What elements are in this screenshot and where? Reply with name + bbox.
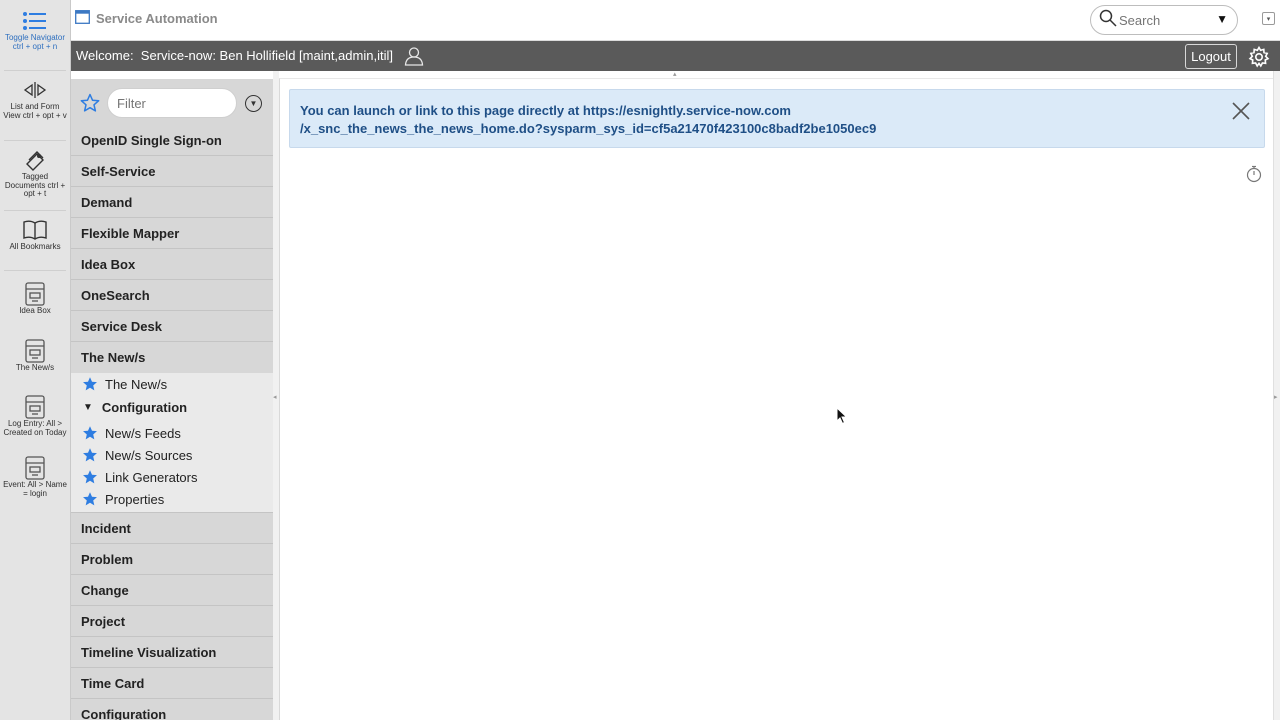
- nav-app-demand[interactable]: Demand: [71, 187, 273, 218]
- search-icon: [1099, 9, 1117, 32]
- nav-module-label: The New/s: [105, 376, 168, 392]
- nav-app-configuration[interactable]: Configuration: [71, 699, 273, 720]
- nav-app-onesearch[interactable]: OneSearch: [71, 280, 273, 311]
- stopwatch-icon[interactable]: [1246, 165, 1262, 188]
- rail-label: Tagged Documents ctrl + opt + t: [4, 172, 66, 198]
- search-input[interactable]: [1119, 12, 1211, 28]
- nav-app-incident[interactable]: Incident: [71, 513, 273, 544]
- info-message-line-1: You can launch or link to this page dire…: [300, 103, 791, 118]
- nav-module-news-sources[interactable]: New/s Sources: [71, 444, 273, 466]
- welcome-label: Welcome:: [76, 48, 134, 63]
- close-icon[interactable]: [1230, 100, 1252, 122]
- nav-app-self-service[interactable]: Self-Service: [71, 156, 273, 187]
- right-splitter[interactable]: ▸: [1273, 71, 1280, 720]
- user-name: Service-now: Ben Hollifield [maint,admin…: [140, 48, 393, 63]
- rail-label: All Bookmarks: [9, 242, 61, 251]
- rail-bookmark-log-entry[interactable]: Log Entry: All > Created on Today: [0, 394, 70, 437]
- gear-icon[interactable]: [1248, 45, 1270, 71]
- bookmarks-rail: Toggle Navigator ctrl + opt + n List and…: [0, 0, 71, 720]
- form-icon: [24, 281, 46, 307]
- app-title: Service Automation: [75, 10, 218, 27]
- nav-app-flexible-mapper[interactable]: Flexible Mapper: [71, 218, 273, 249]
- window-icon: [75, 10, 90, 27]
- nav-module-label: Properties: [105, 491, 165, 507]
- top-header: Service Automation ▼ ▾: [71, 0, 1280, 41]
- rail-bookmark-event[interactable]: Event: All > Name = login: [0, 455, 70, 498]
- application-navigator: ▼ OpenID Single Sign-on Self-Service Dem…: [71, 79, 273, 720]
- nav-app-time-card[interactable]: Time Card: [71, 668, 273, 699]
- user-icon[interactable]: [404, 46, 424, 69]
- nav-filter-bar: ▼: [71, 79, 273, 126]
- tag-icon: [23, 147, 47, 173]
- rail-label: Event: All > Name = login: [3, 480, 67, 498]
- collapse-right-icon[interactable]: ▸: [1274, 393, 1278, 401]
- nav-module-link-generators[interactable]: Link Generators: [71, 466, 273, 488]
- filter-options-icon[interactable]: ▼: [245, 95, 262, 112]
- nav-module-label: Link Generators: [105, 469, 198, 485]
- mouse-pointer-icon: [836, 406, 848, 430]
- favorites-star-icon[interactable]: [80, 93, 100, 118]
- nav-app-timeline-visualization[interactable]: Timeline Visualization: [71, 637, 273, 668]
- nav-section-configuration[interactable]: ▼ Configuration: [71, 395, 273, 419]
- nav-module-label: New/s Sources: [105, 447, 193, 463]
- filter-input[interactable]: [107, 88, 237, 118]
- app-title-text: Service Automation: [96, 11, 218, 26]
- nav-module-news-feeds[interactable]: New/s Feeds: [71, 422, 273, 444]
- form-icon: [24, 455, 46, 481]
- rail-label: Toggle Navigator ctrl + opt + n: [4, 33, 66, 51]
- nav-app-list: OpenID Single Sign-on Self-Service Deman…: [71, 125, 273, 720]
- book-icon: [22, 217, 48, 243]
- nav-app-change[interactable]: Change: [71, 575, 273, 606]
- nav-module-properties[interactable]: Properties: [71, 488, 273, 510]
- rail-list-form-view[interactable]: List and Form View ctrl + opt + v: [0, 77, 70, 120]
- collapse-header-icon[interactable]: ▾: [1262, 12, 1275, 25]
- info-message: You can launch or link to this page dire…: [289, 89, 1265, 148]
- favorite-star-icon[interactable]: [82, 425, 98, 441]
- info-message-line-2: /x_snc_the_news_the_news_home.do?sysparm…: [300, 121, 877, 136]
- nav-app-the-news-modules: The New/s ▼ Configuration New/s Feeds Ne…: [71, 373, 273, 513]
- rail-toggle-navigator[interactable]: Toggle Navigator ctrl + opt + n: [0, 8, 70, 51]
- nav-section-label: Configuration: [101, 399, 188, 415]
- split-view-icon: [22, 77, 48, 103]
- nav-app-problem[interactable]: Problem: [71, 544, 273, 575]
- rail-label: List and Form View ctrl + opt + v: [3, 102, 67, 120]
- rail-bookmark-idea-box[interactable]: Idea Box: [0, 281, 70, 316]
- rail-all-bookmarks[interactable]: All Bookmarks: [0, 217, 70, 252]
- rail-tagged-documents[interactable]: Tagged Documents ctrl + opt + t: [0, 147, 70, 199]
- collapse-up-icon[interactable]: ▴: [673, 70, 677, 78]
- favorite-star-icon[interactable]: [82, 491, 98, 507]
- nav-app-the-news[interactable]: The New/s: [71, 342, 273, 373]
- global-search[interactable]: ▼: [1090, 5, 1238, 35]
- nav-module-the-news[interactable]: The New/s: [71, 373, 273, 395]
- nav-module-label: New/s Feeds: [105, 425, 181, 441]
- rail-label: Log Entry: All > Created on Today: [3, 419, 67, 437]
- rail-bookmark-the-news[interactable]: The New/s: [0, 338, 70, 373]
- rail-label: Idea Box: [19, 306, 51, 315]
- rail-label: The New/s: [15, 363, 55, 372]
- app-root: Toggle Navigator ctrl + opt + n List and…: [0, 0, 1280, 720]
- content-frame: You can launch or link to this page dire…: [279, 78, 1273, 720]
- nav-app-project[interactable]: Project: [71, 606, 273, 637]
- nav-app-openid[interactable]: OpenID Single Sign-on: [71, 125, 273, 156]
- form-icon: [24, 394, 46, 420]
- chevron-down-icon[interactable]: ▼: [1216, 12, 1228, 26]
- nav-app-idea-box[interactable]: Idea Box: [71, 249, 273, 280]
- logout-button[interactable]: Logout: [1185, 44, 1237, 69]
- favorite-star-icon[interactable]: [82, 376, 98, 392]
- collapse-left-icon[interactable]: ◂: [273, 393, 277, 401]
- caret-down-icon: ▼: [83, 401, 93, 413]
- nav-app-service-desk[interactable]: Service Desk: [71, 311, 273, 342]
- welcome-bar: Welcome: Service-now: Ben Hollifield [ma…: [71, 41, 1280, 71]
- favorite-star-icon[interactable]: [82, 447, 98, 463]
- welcome-text: Welcome: Service-now: Ben Hollifield [ma…: [76, 48, 393, 63]
- favorite-star-icon[interactable]: [82, 469, 98, 485]
- form-icon: [24, 338, 46, 364]
- list-icon: [22, 8, 48, 34]
